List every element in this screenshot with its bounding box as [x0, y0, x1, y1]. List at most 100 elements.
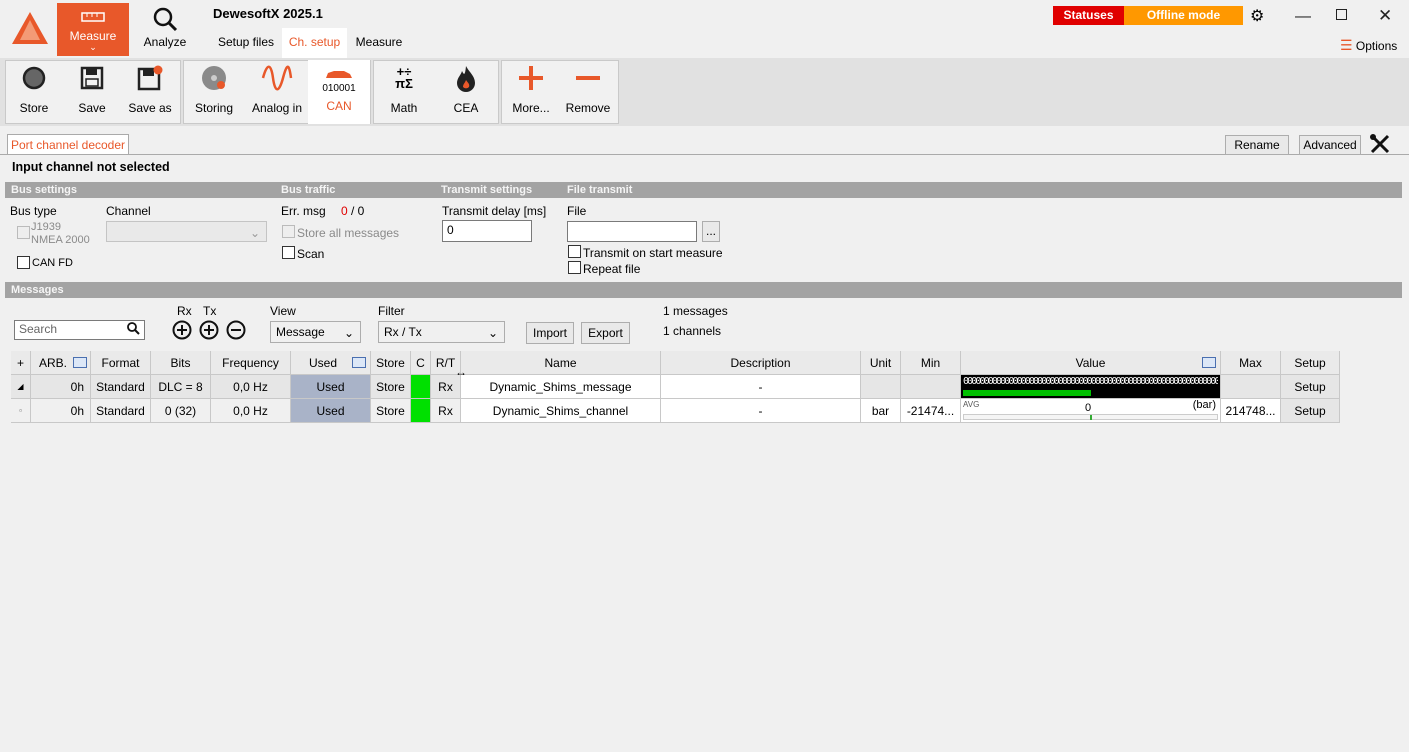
table-cell-color[interactable]	[411, 399, 431, 423]
table-cell-description[interactable]: -	[661, 399, 861, 423]
column-options-icon[interactable]	[352, 357, 366, 368]
table-cell-format[interactable]: Standard	[91, 399, 151, 423]
search-input[interactable]: Search	[14, 320, 145, 340]
add-rx-icon[interactable]	[172, 320, 192, 343]
column-options-icon[interactable]	[1202, 357, 1216, 368]
offline-mode-button[interactable]: Offline mode	[1124, 6, 1243, 25]
bits-header[interactable]: Bits	[151, 351, 211, 375]
expand-all-header[interactable]: +	[11, 351, 31, 375]
chevron-down-icon: ⌄	[249, 226, 260, 240]
scan-checkbox[interactable]	[282, 246, 295, 259]
import-button[interactable]: Import	[526, 322, 574, 344]
close-icon[interactable]: ✕	[1378, 6, 1392, 26]
table-cell-color[interactable]	[411, 375, 431, 399]
analyze-mode-button[interactable]: Analyze	[135, 6, 195, 49]
can-fd-checkbox[interactable]	[17, 256, 30, 269]
store-all-checkbox[interactable]	[282, 225, 295, 238]
table-cell-format[interactable]: Standard	[91, 375, 151, 399]
filter-select[interactable]: Rx / Tx ⌄	[378, 321, 505, 343]
view-select[interactable]: Message ⌄	[270, 321, 361, 343]
arb-header[interactable]: ARB.	[31, 351, 91, 375]
frequency-header[interactable]: Frequency	[211, 351, 291, 375]
format-header[interactable]: Format	[91, 351, 151, 375]
table-cell-used[interactable]: Used	[291, 375, 371, 399]
remove-button[interactable]: Remove	[563, 61, 613, 121]
transmit-delay-input[interactable]: 0	[442, 220, 532, 242]
ruler-icon	[57, 11, 129, 26]
measure-mode-button[interactable]: Measure ⌄	[57, 3, 129, 56]
table-cell-max[interactable]: 214748...	[1221, 399, 1281, 423]
remove-message-icon[interactable]	[226, 320, 246, 343]
bit-display: 0000000000000000000000000000000000000000…	[963, 377, 1218, 387]
filter-label: Filter	[378, 304, 405, 318]
storing-button[interactable]: Storing	[190, 61, 238, 121]
table-cell-bits[interactable]: 0 (32)	[151, 399, 211, 423]
save-button[interactable]: Save	[68, 61, 116, 121]
table-cell-rt[interactable]: Rx	[431, 399, 461, 423]
table-cell-setup-button[interactable]: Setup	[1281, 375, 1340, 399]
table-cell-bits[interactable]: DLC = 8	[151, 375, 211, 399]
save-as-button[interactable]: Save as	[126, 61, 174, 121]
status-title: Input channel not selected	[12, 160, 170, 174]
table-cell-min[interactable]	[901, 375, 961, 399]
panel-header	[0, 126, 1409, 154]
collapse-icon[interactable]: ◢	[11, 375, 31, 399]
tab-measure[interactable]: Measure	[350, 28, 408, 58]
c-header[interactable]: C	[411, 351, 431, 375]
math-button[interactable]: +÷ πΣ Math	[380, 61, 428, 121]
browse-file-button[interactable]: ...	[702, 221, 720, 242]
repeat-file-checkbox[interactable]	[568, 261, 581, 274]
table-cell-store[interactable]: Store	[371, 399, 411, 423]
store-header[interactable]: Store	[371, 351, 411, 375]
can-button[interactable]: 010001 CAN	[308, 60, 370, 124]
tab-port-channel-decoder[interactable]: Port channel decoder	[7, 134, 129, 155]
rename-button[interactable]: Rename	[1225, 135, 1289, 155]
table-cell-min[interactable]: -21474...	[901, 399, 961, 423]
err-msg-label: Err. msg	[281, 204, 326, 218]
setup-header[interactable]: Setup	[1281, 351, 1340, 375]
used-header[interactable]: Used	[291, 351, 371, 375]
table-cell-rt[interactable]: Rx	[431, 375, 461, 399]
gear-icon[interactable]: ⚙	[1250, 6, 1264, 26]
bit-bar-track	[963, 390, 1218, 396]
table-cell-unit[interactable]: bar	[861, 399, 901, 423]
tab-setup-files[interactable]: Setup files	[212, 28, 280, 58]
advanced-button[interactable]: Advanced	[1299, 135, 1361, 155]
options-button[interactable]: ☰ Options	[1340, 37, 1397, 54]
table-cell-used[interactable]: Used	[291, 399, 371, 423]
name-header[interactable]: Name	[461, 351, 661, 375]
table-cell-setup-button[interactable]: Setup	[1281, 399, 1340, 423]
maximize-icon[interactable]	[1336, 9, 1347, 20]
analog-in-button[interactable]: Analog in	[250, 61, 304, 121]
table-cell-max[interactable]	[1221, 375, 1281, 399]
add-tx-icon[interactable]	[199, 320, 219, 343]
more-button[interactable]: More...	[505, 61, 557, 121]
table-cell-store[interactable]: Store	[371, 375, 411, 399]
table-cell-name[interactable]: Dynamic_Shims_message	[461, 375, 661, 399]
table-cell-arb[interactable]: 0h	[31, 375, 91, 399]
store-button[interactable]: Store	[10, 61, 58, 121]
bus-type-checkbox[interactable]	[17, 226, 30, 239]
tree-leaf-icon: ▫	[11, 399, 31, 423]
max-header[interactable]: Max	[1221, 351, 1281, 375]
table-cell-frequency[interactable]: 0,0 Hz	[211, 399, 291, 423]
channel-select[interactable]: ⌄	[106, 221, 267, 242]
export-button[interactable]: Export	[581, 322, 630, 344]
statuses-button[interactable]: Statuses	[1053, 6, 1124, 25]
value-header[interactable]: Value	[961, 351, 1221, 375]
min-header[interactable]: Min	[901, 351, 961, 375]
file-input[interactable]	[567, 221, 697, 242]
table-cell-name[interactable]: Dynamic_Shims_channel	[461, 399, 661, 423]
minimize-icon[interactable]: —	[1295, 8, 1311, 26]
cea-button[interactable]: CEA	[442, 61, 490, 121]
table-cell-arb[interactable]: 0h	[31, 399, 91, 423]
table-cell-description[interactable]: -	[661, 375, 861, 399]
table-cell-unit[interactable]	[861, 375, 901, 399]
tab-ch-setup[interactable]: Ch. setup	[282, 28, 347, 58]
column-options-icon[interactable]	[73, 357, 87, 368]
transmit-on-start-checkbox[interactable]	[568, 245, 581, 258]
record-icon	[10, 61, 58, 95]
unit-header[interactable]: Unit	[861, 351, 901, 375]
description-header[interactable]: Description	[661, 351, 861, 375]
table-cell-frequency[interactable]: 0,0 Hz	[211, 375, 291, 399]
